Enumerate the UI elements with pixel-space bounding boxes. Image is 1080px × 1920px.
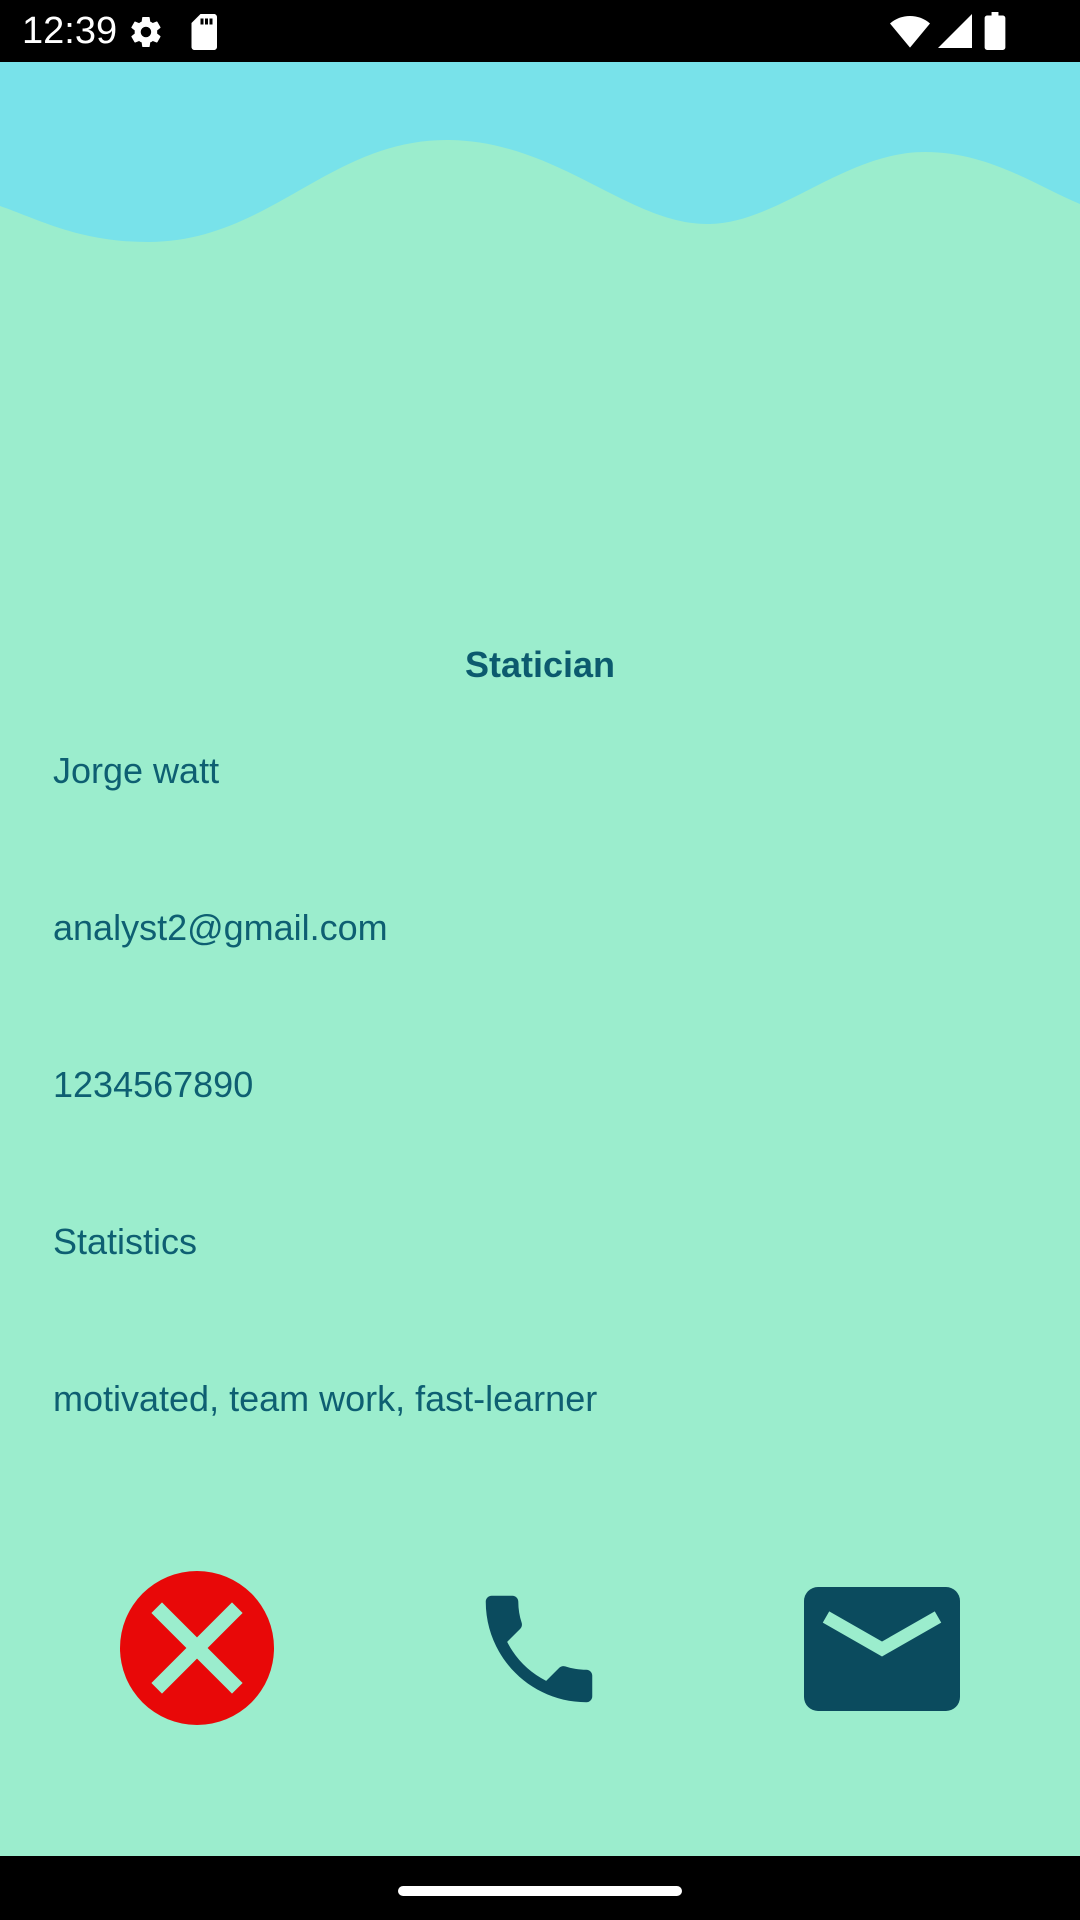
department-text: Statistics — [53, 1221, 198, 1262]
profile-screen: Statician Jorge watt analyst2@gmail.com … — [0, 62, 1080, 1856]
mail-icon — [804, 1587, 960, 1711]
battery-icon — [984, 12, 1006, 50]
email-text: analyst2@gmail.com — [53, 907, 388, 948]
email-button[interactable] — [804, 1587, 960, 1711]
close-button[interactable] — [120, 1571, 274, 1725]
cell-signal-icon — [938, 14, 972, 48]
name-text: Jorge watt — [53, 750, 220, 791]
call-button[interactable] — [468, 1578, 610, 1720]
phone-text: 1234567890 — [53, 1064, 254, 1105]
phone-icon — [485, 1595, 593, 1703]
status-time: 12:39 — [22, 10, 118, 52]
wifi-icon — [890, 14, 930, 48]
skills-text: motivated, team work, fast-learner — [53, 1378, 598, 1419]
status-bar: 12:39 — [0, 0, 1080, 62]
header-wave — [0, 62, 1080, 322]
navigation-bar — [0, 1856, 1080, 1920]
home-handle[interactable] — [398, 1886, 682, 1896]
close-icon — [120, 1571, 274, 1725]
profile-title: Statician — [464, 644, 616, 685]
settings-icon — [128, 14, 164, 50]
sd-card-icon — [190, 14, 220, 50]
